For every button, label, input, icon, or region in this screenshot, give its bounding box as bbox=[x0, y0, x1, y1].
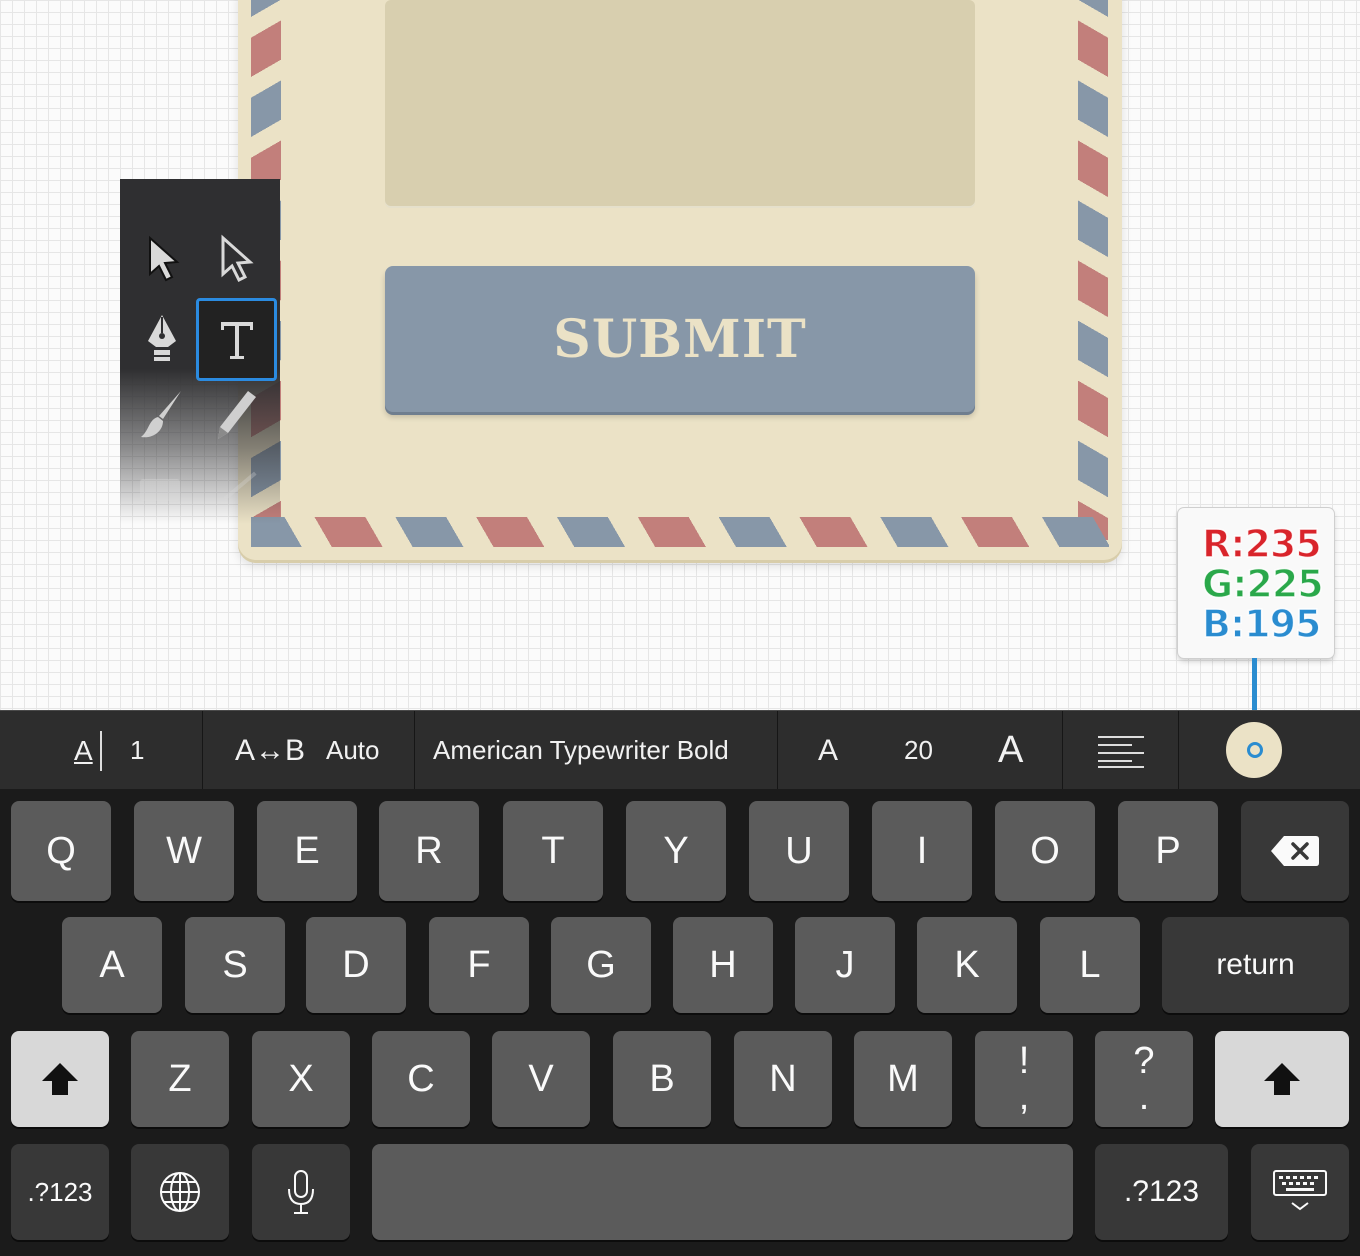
pen-tool[interactable] bbox=[124, 300, 200, 376]
key-u[interactable]: U bbox=[749, 801, 849, 901]
space-bar[interactable] bbox=[372, 1144, 1073, 1240]
key-o[interactable]: O bbox=[995, 801, 1095, 901]
align-left-icon bbox=[1098, 735, 1144, 768]
numbers-key-left[interactable]: .?123 bbox=[11, 1144, 109, 1240]
font-name: American Typewriter Bold bbox=[433, 735, 729, 765]
airmail-stripe-right bbox=[1078, 0, 1108, 540]
pencil-tool[interactable] bbox=[197, 377, 273, 453]
key-l[interactable]: L bbox=[1040, 917, 1140, 1013]
keyboard-hide-icon bbox=[1273, 1170, 1327, 1211]
red-value: R:235 bbox=[1201, 522, 1322, 566]
shift-arrow-icon bbox=[1264, 1063, 1300, 1095]
submit-button[interactable]: SUBMIT bbox=[385, 266, 975, 412]
tracking-control[interactable]: A↔B Auto bbox=[203, 711, 415, 790]
message-text-area[interactable] bbox=[385, 0, 975, 208]
font-size-value: 20 bbox=[904, 735, 933, 765]
shift-arrow-icon bbox=[42, 1063, 78, 1095]
brush-tool[interactable] bbox=[124, 377, 200, 453]
font-selector[interactable]: American Typewriter Bold bbox=[415, 711, 778, 790]
text-cursor-icon bbox=[100, 731, 114, 771]
period-label: . bbox=[1138, 1076, 1150, 1118]
return-key[interactable]: return bbox=[1162, 917, 1349, 1013]
backspace-icon bbox=[1271, 836, 1319, 866]
increase-size-icon[interactable]: A bbox=[998, 729, 1023, 772]
key-f[interactable]: F bbox=[429, 917, 529, 1013]
key-q[interactable]: Q bbox=[11, 801, 111, 901]
line-spacing-control[interactable]: A 1 bbox=[0, 711, 203, 790]
green-value: G:225 bbox=[1201, 562, 1324, 606]
color-value-popover: R:235 G:225 B:195 bbox=[1178, 508, 1334, 658]
key-x[interactable]: X bbox=[252, 1031, 350, 1127]
arrow-filled-icon bbox=[149, 235, 180, 282]
direct-selection-tool[interactable] bbox=[197, 221, 273, 297]
envelope-card: SUBMIT bbox=[238, 0, 1122, 560]
key-s[interactable]: S bbox=[185, 917, 285, 1013]
tracking-value: Auto bbox=[326, 735, 380, 765]
text-t-icon bbox=[220, 321, 253, 359]
color-pin-dot bbox=[1247, 742, 1263, 758]
onscreen-keyboard: Q W E R T Y U I O P A S D F G H J K L re… bbox=[0, 789, 1360, 1256]
key-t[interactable]: T bbox=[503, 801, 603, 901]
decrease-size-icon[interactable]: A bbox=[818, 734, 838, 768]
key-p[interactable]: P bbox=[1118, 801, 1218, 901]
key-c[interactable]: C bbox=[372, 1031, 470, 1127]
key-r[interactable]: R bbox=[379, 801, 479, 901]
tools-panel bbox=[120, 179, 280, 524]
font-size-control[interactable]: A 20 A bbox=[778, 711, 1063, 790]
shift-right-key[interactable] bbox=[1215, 1031, 1349, 1127]
key-w[interactable]: W bbox=[134, 801, 234, 901]
key-b[interactable]: B bbox=[613, 1031, 711, 1127]
backspace-key[interactable] bbox=[1241, 801, 1349, 901]
alignment-control[interactable] bbox=[1063, 711, 1179, 790]
key-z[interactable]: Z bbox=[131, 1031, 229, 1127]
key-m[interactable]: M bbox=[854, 1031, 952, 1127]
dictation-key[interactable] bbox=[252, 1144, 350, 1240]
eraser-icon bbox=[140, 479, 180, 501]
arrow-outline-icon bbox=[221, 234, 254, 283]
question-label: ? bbox=[1133, 1040, 1155, 1082]
comma-label: , bbox=[1018, 1076, 1030, 1118]
line-tool-icon bbox=[223, 471, 257, 501]
brush-icon bbox=[141, 391, 181, 438]
microphone-icon bbox=[288, 1170, 314, 1214]
key-question-period[interactable]: ? . bbox=[1095, 1031, 1193, 1127]
selection-tool[interactable] bbox=[124, 221, 200, 297]
line-spacing-icon: A bbox=[74, 734, 93, 766]
key-exclaim-comma[interactable]: ! , bbox=[975, 1031, 1073, 1127]
type-tool[interactable] bbox=[196, 298, 277, 381]
key-g[interactable]: G bbox=[551, 917, 651, 1013]
key-j[interactable]: J bbox=[795, 917, 895, 1013]
globe-key[interactable] bbox=[131, 1144, 229, 1240]
key-n[interactable]: N bbox=[734, 1031, 832, 1127]
tracking-icon: A↔B bbox=[235, 733, 306, 767]
key-i[interactable]: I bbox=[872, 801, 972, 901]
numbers-key-right[interactable]: .?123 bbox=[1095, 1144, 1228, 1240]
key-h[interactable]: H bbox=[673, 917, 773, 1013]
key-y[interactable]: Y bbox=[626, 801, 726, 901]
format-toolbar: A 1 A↔B Auto American Typewriter Bold A … bbox=[0, 710, 1360, 790]
key-a[interactable]: A bbox=[62, 917, 162, 1013]
globe-icon bbox=[160, 1172, 200, 1212]
key-k[interactable]: K bbox=[917, 917, 1017, 1013]
airmail-stripe-bottom bbox=[251, 517, 1109, 547]
key-d[interactable]: D bbox=[306, 917, 406, 1013]
shift-left-key[interactable] bbox=[11, 1031, 109, 1127]
pen-nib-icon bbox=[148, 315, 176, 361]
pencil-icon bbox=[218, 391, 256, 439]
exclaim-label: ! bbox=[1018, 1040, 1030, 1082]
dismiss-keyboard-key[interactable] bbox=[1251, 1144, 1349, 1240]
key-v[interactable]: V bbox=[492, 1031, 590, 1127]
key-e[interactable]: E bbox=[257, 801, 357, 901]
submit-label: SUBMIT bbox=[553, 308, 807, 370]
blue-value: B:195 bbox=[1201, 602, 1322, 646]
line-spacing-value: 1 bbox=[130, 735, 145, 765]
